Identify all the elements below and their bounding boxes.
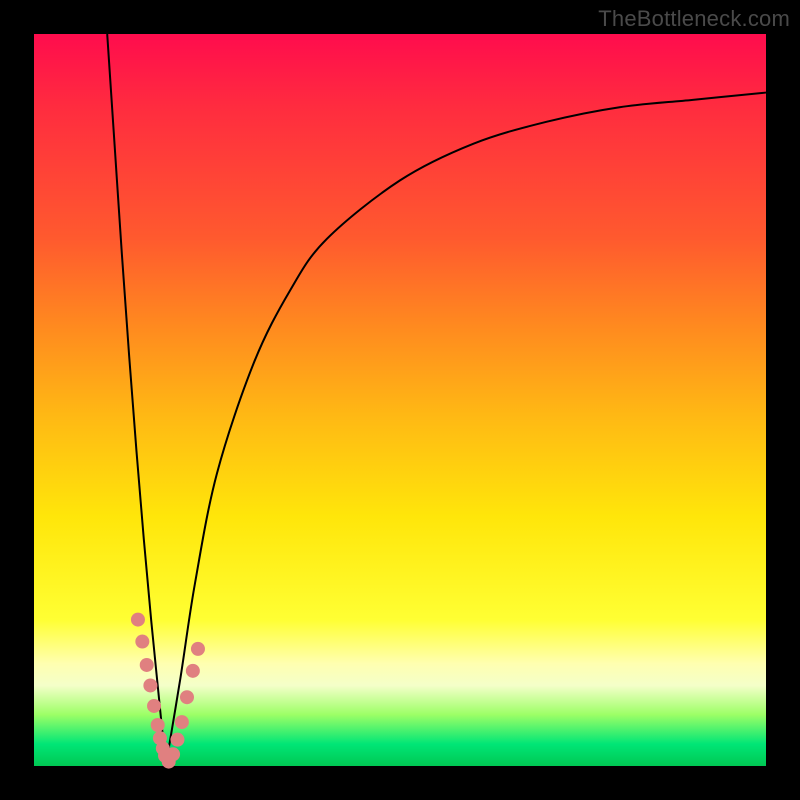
curve-dot xyxy=(166,747,180,761)
curve-dot xyxy=(151,718,165,732)
curve-dot xyxy=(131,613,145,627)
curve-dot xyxy=(140,658,154,672)
curve-dot xyxy=(135,635,149,649)
curve-dot xyxy=(186,664,200,678)
plot-area xyxy=(34,34,766,766)
bottleneck-curve xyxy=(34,34,766,766)
curve-dot xyxy=(175,715,189,729)
curve-dot xyxy=(143,678,157,692)
chart-frame: TheBottleneck.com xyxy=(0,0,800,800)
curve-left-branch xyxy=(107,34,166,766)
curve-right-branch xyxy=(166,93,766,766)
curve-dot xyxy=(191,642,205,656)
curve-dot xyxy=(170,733,184,747)
watermark-text: TheBottleneck.com xyxy=(598,6,790,32)
curve-dot xyxy=(147,699,161,713)
curve-dot xyxy=(180,690,194,704)
